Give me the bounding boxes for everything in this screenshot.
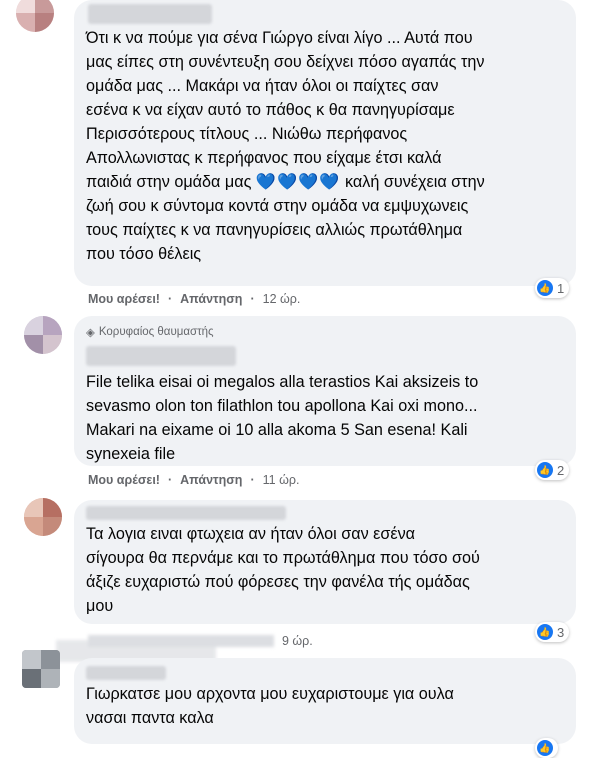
timestamp[interactable]: 12 ώρ. [263,292,301,306]
comment-bubble: ◈ Κορυφαίος θαυμαστής File telika eisai … [74,316,576,466]
comment-text: File telika eisai oi megalos alla terast… [86,373,479,463]
blue-heart-emoji: 💙💙💙💙 [255,173,341,191]
avatar[interactable] [24,316,62,354]
comment-bubble: Τα λογια ειναι φτωχεια αν ήταν όλοι σαν … [74,500,576,624]
reaction-count[interactable]: 👍 3 [535,622,570,642]
author-name[interactable] [86,506,286,520]
thumbs-up-icon: 👍 [537,740,553,756]
reaction-count[interactable]: 👍 1 [535,278,570,298]
timestamp[interactable]: 11 ώρ. [263,473,300,487]
reply-link[interactable]: Απάντηση [180,473,242,487]
timestamp[interactable]: 9 ώρ. [282,634,313,648]
thumbs-up-icon: 👍 [537,624,553,640]
reaction-count[interactable]: 👍 2 [535,460,570,480]
reply-link[interactable]: Απάντηση [180,292,242,306]
author-name[interactable] [88,4,212,24]
comment-text: Ότι κ να πούμε για σένα Γιώργο είναι λίγ… [86,29,485,263]
comment-bubble: Γιωρκατσε μου αρχοντα μου ευχαριστουμε γ… [74,658,576,744]
comment-bubble: Ότι κ να πούμε για σένα Γιώργο είναι λίγ… [74,0,576,286]
thumbs-up-icon: 👍 [537,280,553,296]
avatar[interactable] [24,498,62,536]
avatar[interactable] [22,650,60,688]
diamond-icon: ◈ [86,327,95,339]
like-link[interactable]: Μου αρέσει! [88,292,160,306]
author-name[interactable] [86,346,236,366]
top-fan-badge: ◈ Κορυφαίος θαυμαστής [86,326,214,339]
like-link[interactable]: Μου αρέσει! [88,473,160,487]
reaction-count[interactable]: 👍 [535,738,558,758]
avatar[interactable] [16,0,54,32]
comment-text: Τα λογια ειναι φτωχεια αν ήταν όλοι σαν … [86,525,480,615]
comment-text: Γιωρκατσε μου αρχοντα μου ευχαριστουμε γ… [86,685,454,727]
thumbs-up-icon: 👍 [537,462,553,478]
author-name[interactable] [86,666,166,680]
